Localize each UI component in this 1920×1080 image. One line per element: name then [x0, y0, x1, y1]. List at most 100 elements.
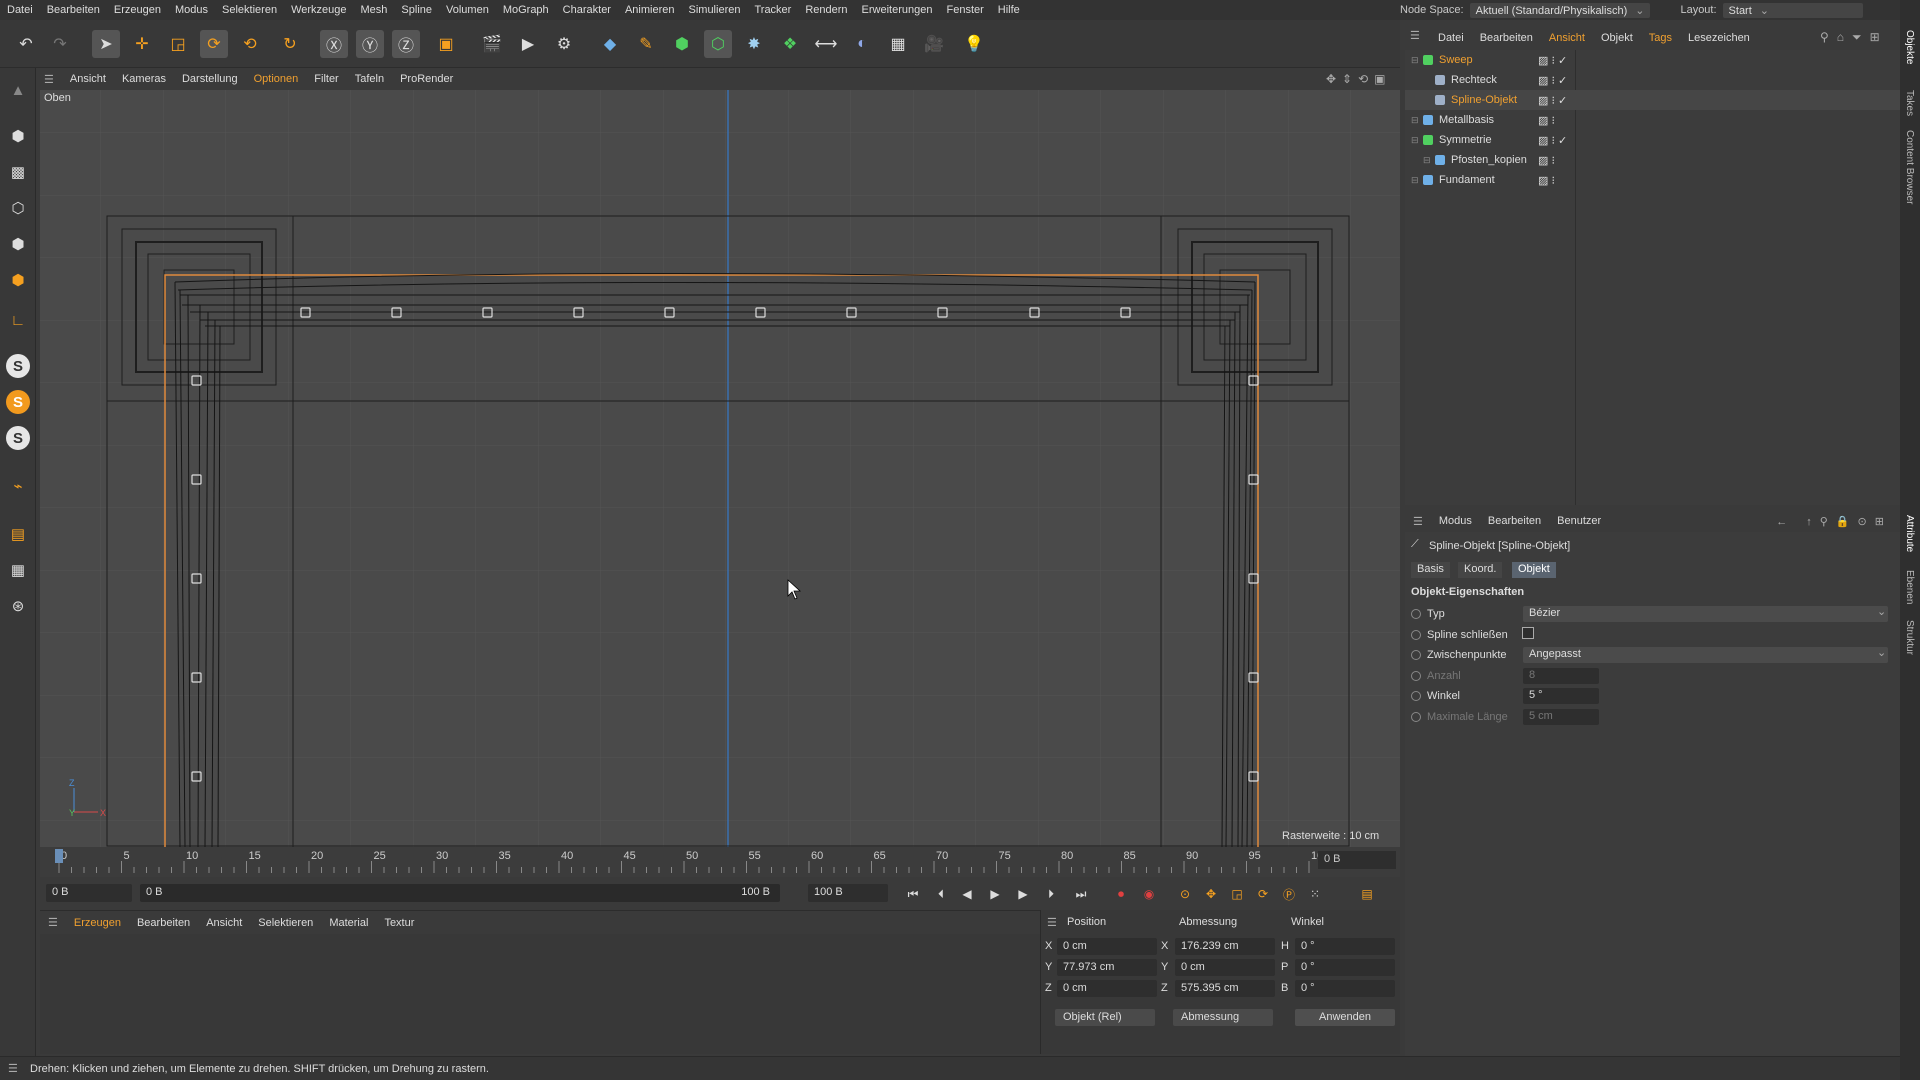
key-rotation-icon[interactable]: ⟳	[1252, 884, 1274, 904]
side-tab-struktur[interactable]: Struktur	[1904, 620, 1915, 655]
menu-spline[interactable]: Spline	[394, 4, 439, 16]
side-tab-attribute[interactable]: Attribute	[1904, 515, 1915, 552]
expand-icon[interactable]: ⊟	[1411, 55, 1423, 66]
menu-volumen[interactable]: Volumen	[439, 4, 496, 16]
record-icon[interactable]: ⏺	[1110, 884, 1132, 904]
size-field[interactable]: 575.395 cm	[1175, 980, 1275, 997]
deformer-icon[interactable]: ❖	[776, 30, 804, 58]
tab-koord[interactable]: Koord.	[1458, 562, 1503, 578]
viewport-nav-icons[interactable]: ✥⇕⟲▣	[1326, 72, 1392, 86]
om-tool-icons[interactable]: ⚲⌂⏷⊞	[1820, 30, 1888, 45]
object-row[interactable]: Spline-Objekt ▨ ⁝ ✓	[1405, 90, 1900, 110]
side-tab-takes[interactable]: Takes	[1904, 90, 1915, 116]
timeline-ruler[interactable]: 0510152025303540455055606570758085909510…	[40, 847, 1400, 877]
size-field[interactable]: 0 cm	[1175, 959, 1275, 976]
coords-menu-icon[interactable]: ☰	[1047, 916, 1057, 929]
object-name[interactable]: Pfosten_kopien	[1451, 154, 1527, 166]
menu-selektieren[interactable]: Selektieren	[215, 4, 284, 16]
sweep-generator-icon[interactable]: ⬡	[704, 30, 732, 58]
object-row[interactable]: ⊟ Sweep ▨ ⁝ ✓	[1405, 50, 1900, 70]
side-tab-content-browser[interactable]: Content Browser	[1904, 130, 1915, 204]
menu-mesh[interactable]: Mesh	[354, 4, 395, 16]
subdivision-icon[interactable]: ⬢	[668, 30, 696, 58]
viewport-menu-icon[interactable]: ☰	[36, 73, 62, 86]
object-visibility-toggles[interactable]: ▨ ⁝	[1538, 114, 1555, 127]
spline-close-checkbox[interactable]	[1522, 626, 1534, 639]
om-menu-tags[interactable]: Tags	[1641, 32, 1680, 44]
play-icon[interactable]: ▶	[984, 884, 1006, 904]
expand-icon[interactable]: ⊟	[1411, 115, 1423, 126]
om-menu-objekt[interactable]: Objekt	[1593, 32, 1641, 44]
am-menu-benutzer[interactable]: Benutzer	[1549, 515, 1609, 527]
goto-end-icon[interactable]: ⏭	[1070, 884, 1092, 904]
size-field[interactable]: 176.239 cm	[1175, 938, 1275, 955]
cloner-icon[interactable]: ✸	[740, 30, 768, 58]
menu-fenster[interactable]: Fenster	[939, 4, 990, 16]
edges-mode-icon[interactable]: ⬢	[4, 230, 32, 258]
viewport-canvas[interactable]: Z Y X	[40, 90, 1400, 847]
expand-icon[interactable]: ⊟	[1423, 155, 1435, 166]
animate-radio[interactable]	[1411, 650, 1421, 660]
menu-erzeugen[interactable]: Erzeugen	[107, 4, 168, 16]
autokey-icon[interactable]: ◉	[1138, 884, 1160, 904]
status-menu-icon[interactable]: ☰	[8, 1062, 18, 1075]
end-frame-field[interactable]: 100 B	[808, 884, 888, 902]
position-field[interactable]: 0 cm	[1057, 980, 1157, 997]
z-axis-lock-icon[interactable]: Ⓩ	[392, 30, 420, 58]
am-menu-icon[interactable]: ☰	[1405, 515, 1431, 528]
apply-button[interactable]: Anwenden	[1295, 1009, 1395, 1026]
animate-radio[interactable]	[1411, 711, 1421, 722]
psr-tool-icon[interactable]: ⟲	[236, 30, 264, 58]
environment-icon[interactable]: ◐	[848, 30, 876, 58]
menu-modus[interactable]: Modus	[168, 4, 215, 16]
material-menu-ansicht[interactable]: Ansicht	[198, 917, 250, 929]
am-nav-icons[interactable]: ← ↑⚲🔒⊙⊞	[1776, 515, 1900, 528]
key-selection-icon[interactable]: ⊙	[1174, 884, 1196, 904]
menu-bearbeiten[interactable]: Bearbeiten	[40, 4, 107, 16]
side-tab-objekte[interactable]: Objekte	[1904, 30, 1915, 64]
object-row[interactable]: ⊟ Fundament ▨ ⁝	[1405, 170, 1900, 190]
rotation-field[interactable]: 0 °	[1295, 980, 1395, 997]
rotation-field[interactable]: 0 °	[1295, 959, 1395, 976]
lock-workplane-icon[interactable]: ▦	[4, 556, 32, 584]
y-axis-lock-icon[interactable]: Ⓨ	[356, 30, 384, 58]
magnet-icon[interactable]: ⌁	[4, 472, 32, 500]
am-menu-bearbeiten[interactable]: Bearbeiten	[1480, 515, 1549, 527]
object-name[interactable]: Spline-Objekt	[1451, 94, 1517, 106]
axis-mode-icon[interactable]: ∟	[4, 306, 32, 334]
property-dropdown[interactable]: Angepasst	[1523, 647, 1888, 663]
layout-dropdown[interactable]: Start	[1722, 2, 1863, 18]
last-tool-icon[interactable]: ↻	[276, 30, 304, 58]
menu-charakter[interactable]: Charakter	[556, 4, 618, 16]
material-menu-material[interactable]: Material	[321, 917, 376, 929]
workplane-icon[interactable]: ▤	[4, 520, 32, 548]
object-name[interactable]: Rechteck	[1451, 74, 1497, 86]
key-param-icon[interactable]: Ⓟ	[1278, 884, 1300, 904]
snap-settings-icon[interactable]: S	[6, 390, 30, 414]
make-editable-icon[interactable]: ▲	[4, 76, 32, 104]
key-position-icon[interactable]: ✥	[1200, 884, 1222, 904]
object-visibility-toggles[interactable]: ▨ ⁝ ✓	[1538, 134, 1567, 147]
object-row[interactable]: ⊟ Pfosten_kopien ▨ ⁝	[1405, 150, 1900, 170]
next-key-icon[interactable]: ⏵	[1040, 884, 1062, 904]
material-menu-bearbeiten[interactable]: Bearbeiten	[129, 917, 198, 929]
property-field[interactable]: 5 °	[1523, 688, 1599, 704]
animate-radio[interactable]	[1411, 691, 1421, 701]
frame-range-slider[interactable]: 0 B 100 B	[140, 884, 780, 902]
next-frame-icon[interactable]: ▶	[1012, 884, 1034, 904]
object-visibility-toggles[interactable]: ▨ ⁝ ✓	[1538, 74, 1567, 87]
om-menu-bearbeiten[interactable]: Bearbeiten	[1472, 32, 1541, 44]
object-visibility-toggles[interactable]: ▨ ⁝	[1538, 154, 1555, 167]
select-tool-icon[interactable]: ➤	[92, 30, 120, 58]
move-tool-icon[interactable]: ✛	[128, 30, 156, 58]
viewport-menu-tafeln[interactable]: Tafeln	[347, 73, 392, 85]
material-menu-selektieren[interactable]: Selektieren	[250, 917, 321, 929]
object-name[interactable]: Metallbasis	[1439, 114, 1494, 126]
tab-basis[interactable]: Basis	[1411, 562, 1450, 578]
pen-spline-icon[interactable]: ✎	[632, 30, 660, 58]
menu-animieren[interactable]: Animieren	[618, 4, 682, 16]
object-name[interactable]: Fundament	[1439, 174, 1495, 186]
prev-frame-icon[interactable]: ◀	[956, 884, 978, 904]
om-menu-lesezeichen[interactable]: Lesezeichen	[1680, 32, 1758, 44]
scale-tool-icon[interactable]: ◲	[164, 30, 192, 58]
